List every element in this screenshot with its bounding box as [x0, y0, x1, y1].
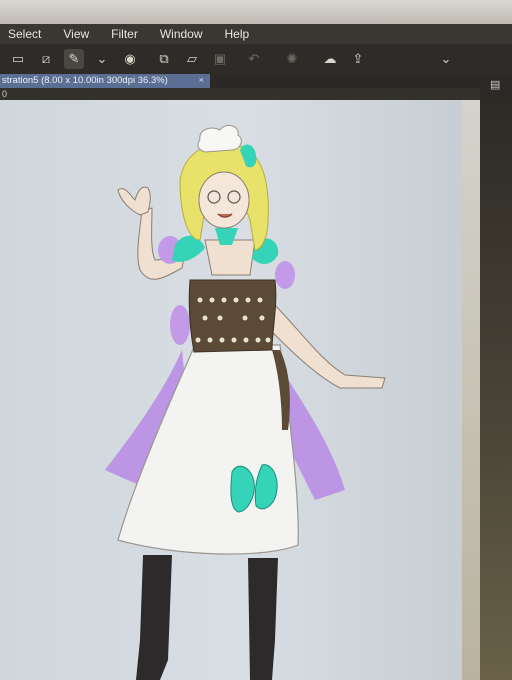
folder-panel-icon[interactable]: ▤	[490, 78, 504, 91]
folder-icon[interactable]: ▱	[182, 49, 202, 69]
canvas-info-bar: 0	[0, 88, 480, 100]
document-tab-label: stration5 (8.00 x 10.00in 300dpi 36.3%)	[2, 75, 168, 86]
menu-filter[interactable]: Filter	[111, 27, 138, 41]
undo-icon[interactable]: ↶	[244, 49, 264, 69]
menu-help[interactable]: Help	[225, 27, 250, 41]
character-illustration	[105, 124, 386, 680]
chevron-down-icon[interactable]: ⌄	[92, 49, 112, 69]
save-icon[interactable]: ▣	[210, 49, 230, 69]
menu-select[interactable]: Select	[8, 27, 41, 41]
canvas-gutter	[462, 100, 480, 680]
export-icon[interactable]: ⇪	[348, 49, 368, 69]
new-layer-icon[interactable]: ⧉	[154, 49, 174, 69]
monitor-bezel	[0, 0, 512, 26]
menu-view[interactable]: View	[63, 27, 89, 41]
menu-window[interactable]: Window	[160, 27, 203, 41]
cloud-icon[interactable]: ☁	[320, 49, 340, 69]
close-tab-icon[interactable]: ×	[198, 74, 204, 88]
document-tab[interactable]: stration5 (8.00 x 10.00in 300dpi 36.3%) …	[0, 74, 210, 88]
menu-bar: Select View Filter Window Help	[0, 24, 512, 44]
command-bar: ▭ ⧄ ✎ ⌄ ◉ ⧉ ▱ ▣ ↶ ✺ ☁ ⇪ ⌄	[0, 44, 512, 74]
view-icon[interactable]: ◉	[120, 49, 140, 69]
transform-icon[interactable]: ⧄	[36, 49, 56, 69]
pen-tool-icon[interactable]: ✎	[64, 49, 84, 69]
right-side-panel: ▤	[480, 74, 512, 680]
frame-icon[interactable]: ▭	[8, 49, 28, 69]
canvas-info-text: 0	[2, 89, 8, 99]
loading-icon: ✺	[286, 51, 298, 66]
collapse-icon[interactable]: ⌄	[436, 49, 456, 69]
document-tab-bar: stration5 (8.00 x 10.00in 300dpi 36.3%) …	[0, 74, 512, 88]
